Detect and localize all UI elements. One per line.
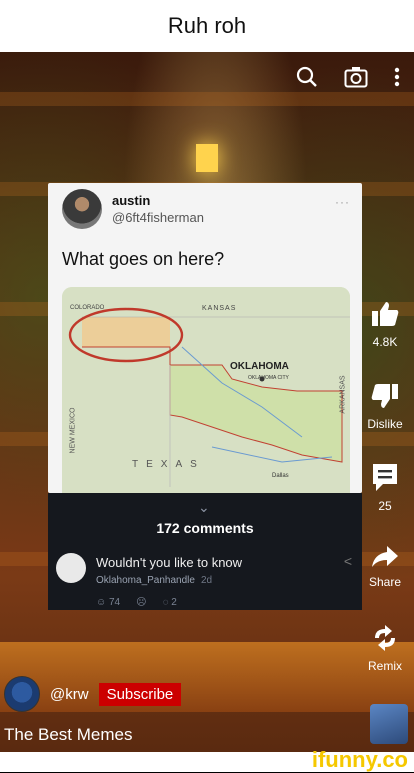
video-title[interactable]: The Best Memes (4, 725, 133, 745)
like-button[interactable]: 4.8K (362, 300, 408, 349)
thumbs-down-icon (371, 384, 398, 408)
dislike-button[interactable]: Dislike (362, 382, 408, 431)
comment-actions: ☺ 74 ☹ ◌ 2 (96, 597, 177, 608)
thumbs-up-icon (372, 302, 399, 326)
comment-username: Oklahoma_Panhandle (96, 575, 195, 586)
tweet-avatar (62, 189, 102, 229)
map-label-arkansas: ARKANSAS (339, 375, 347, 414)
comment-age: 2d (200, 575, 213, 586)
like-count: 4.8K (372, 335, 398, 349)
camera-icon[interactable] (344, 66, 368, 88)
sound-thumbnail[interactable] (370, 704, 408, 744)
tweet-question: What goes on here? (62, 249, 225, 269)
oklahoma-map: COLORADO KANSAS OKLAHOMA OKLAHOMA CITY T… (62, 287, 350, 493)
caption-text: Ruh roh (0, 0, 414, 52)
map-label-oklahoma: OKLAHOMA (230, 361, 289, 372)
uploader-avatar[interactable] (4, 676, 40, 712)
share-icon (372, 546, 398, 567)
uploader-row: @krw Subscribe (4, 676, 182, 712)
share-button[interactable]: Share (362, 544, 408, 589)
map-label-colorado: COLORADO (70, 305, 105, 311)
tweet-author-name: austin (112, 193, 151, 208)
more-options-icon[interactable] (394, 66, 400, 88)
search-icon[interactable] (296, 66, 318, 88)
remix-label: Remix (367, 659, 402, 673)
comment-like: ☺ 74 (96, 597, 121, 608)
map-label-texas: TEXAS (132, 459, 205, 470)
remix-button[interactable]: Remix (362, 624, 408, 673)
comment-user: Oklahoma_Panhandle 2d (96, 575, 212, 586)
tweet-screenshot: austin @6ft4fisherman ··· What goes on h… (48, 183, 362, 493)
chevron-down-icon[interactable]: ⌄ (198, 499, 210, 516)
dislike-label: Dislike (367, 417, 403, 431)
uploader-handle[interactable]: @krw (50, 686, 89, 703)
ifunny-watermark: ifunny.co (311, 747, 408, 772)
remix-icon (375, 625, 395, 651)
comment-replies: ◌ 2 (162, 597, 177, 608)
comment-avatar (56, 553, 86, 583)
share-comment-icon: < (343, 553, 352, 569)
comment-text: Wouldn't you like to know (96, 555, 243, 570)
lamp-decoration (196, 144, 218, 172)
map-label-dallas: Dallas (272, 473, 289, 479)
comments-side-count: 25 (378, 499, 392, 513)
map-label-kansas: KANSAS (202, 305, 237, 312)
comment-icon (373, 464, 397, 491)
subscribe-button[interactable]: Subscribe (98, 682, 182, 706)
map-label-oklahoma-city: OKLAHOMA CITY (248, 375, 289, 381)
comments-count[interactable]: 172 comments (48, 520, 362, 536)
tweet-author-handle: @6ft4fisherman (112, 210, 204, 225)
comments-button[interactable]: 25 (362, 462, 408, 513)
tweet-more-icon: ··· (335, 195, 350, 209)
top-toolbar (296, 66, 400, 88)
comments-preview: ⌄ 172 comments Wouldn't you like to know… (48, 493, 362, 610)
comment-dislike-icon: ☹ (136, 597, 147, 608)
map-label-new-mexico: NEW MEXICO (69, 407, 77, 454)
share-label: Share (368, 575, 402, 589)
